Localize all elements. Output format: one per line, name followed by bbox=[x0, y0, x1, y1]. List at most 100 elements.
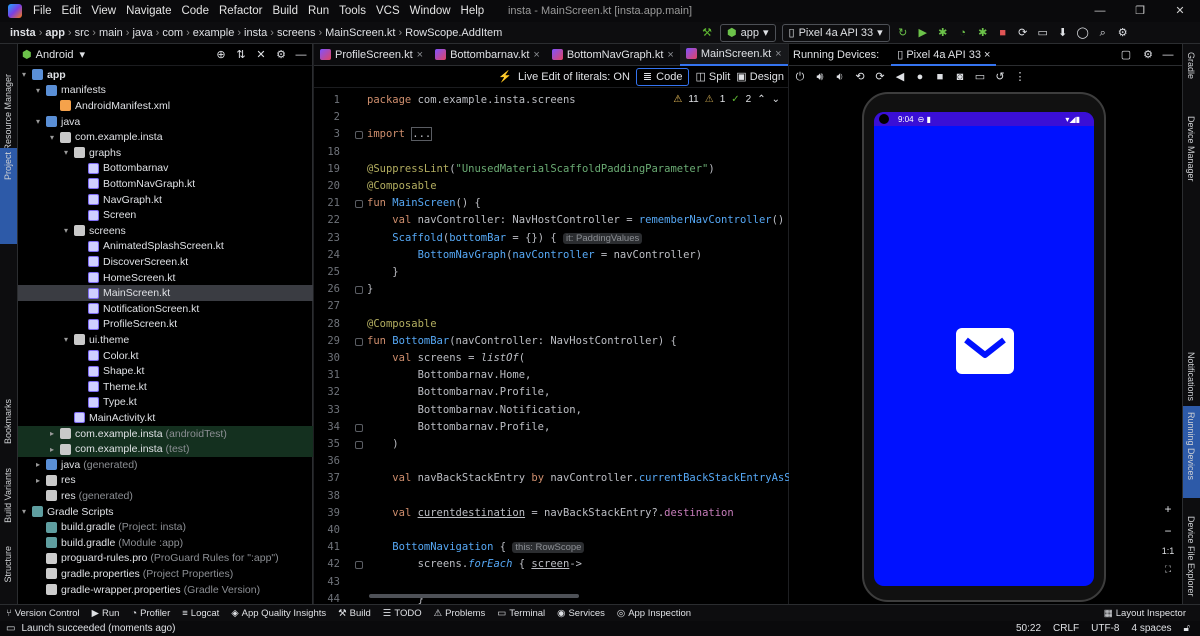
device-manager-icon[interactable]: ▭ bbox=[1036, 26, 1050, 40]
tree-item[interactable]: AndroidManifest.xml bbox=[18, 98, 313, 114]
tree-item[interactable]: ▸ java (generated) bbox=[18, 457, 313, 473]
expand-arrow-icon[interactable]: ▸ bbox=[50, 445, 60, 454]
search-icon[interactable]: ⌕ bbox=[1096, 26, 1110, 40]
tree-item[interactable]: ▾ com.example.insta bbox=[18, 129, 313, 145]
horizontal-scrollbar[interactable] bbox=[369, 594, 579, 598]
tree-item[interactable]: Color.kt bbox=[18, 348, 313, 364]
menu-vcs[interactable]: VCS bbox=[371, 5, 405, 17]
editor-tab[interactable]: BottomNavGraph.kt × bbox=[546, 44, 680, 66]
tree-item[interactable]: ▾ app bbox=[18, 67, 313, 83]
layout-inspector-tab[interactable]: ▦ Layout Inspector bbox=[1098, 608, 1192, 619]
zoom-in-button[interactable]: + bbox=[1164, 502, 1171, 516]
breadcrumb-item[interactable]: RowScope.AddItem bbox=[405, 27, 502, 39]
tree-item[interactable]: ▾ graphs bbox=[18, 145, 313, 161]
tree-item[interactable]: Bottombarnav bbox=[18, 161, 313, 177]
expand-arrow-icon[interactable]: ▸ bbox=[36, 476, 46, 485]
sdk-manager-icon[interactable]: ⬇ bbox=[1056, 26, 1070, 40]
expand-arrow-icon[interactable]: ▸ bbox=[50, 429, 60, 438]
device-file-explorer-tab[interactable]: Device File Explorer bbox=[1186, 516, 1196, 597]
fit-screen-icon[interactable]: ⛶ bbox=[1165, 564, 1171, 575]
indent-setting[interactable]: 4 spaces bbox=[1131, 623, 1171, 634]
apply-changes-icon[interactable]: ↻ bbox=[896, 26, 910, 40]
tree-item[interactable]: Shape.kt bbox=[18, 363, 313, 379]
breadcrumb-item[interactable]: insta bbox=[10, 27, 36, 39]
settings-icon[interactable]: ⚙ bbox=[274, 48, 288, 62]
menu-navigate[interactable]: Navigate bbox=[121, 5, 176, 17]
expand-arrow-icon[interactable]: ▾ bbox=[64, 148, 74, 157]
tree-item[interactable]: ▸ com.example.insta (androidTest) bbox=[18, 425, 313, 442]
close-icon[interactable]: × bbox=[417, 49, 423, 61]
menu-code[interactable]: Code bbox=[176, 5, 214, 17]
settings-icon[interactable]: ⚙ bbox=[1116, 26, 1130, 40]
close-icon[interactable]: × bbox=[667, 49, 673, 61]
split-view-button[interactable]: ◫ Split bbox=[695, 70, 730, 83]
breadcrumb-item[interactable]: java bbox=[132, 27, 152, 39]
build-variants-tab[interactable]: Build Variants bbox=[3, 468, 13, 523]
editor-tab[interactable]: Bottombarnav.kt × bbox=[429, 44, 546, 66]
menu-run[interactable]: Run bbox=[303, 5, 334, 17]
volume-up-icon[interactable]: 🔊︎ bbox=[813, 70, 827, 84]
sync-icon[interactable]: ⟳ bbox=[1016, 26, 1030, 40]
tree-item[interactable]: Screen bbox=[18, 207, 313, 223]
home-icon[interactable]: ● bbox=[913, 70, 927, 84]
fold-marker-icon[interactable] bbox=[355, 423, 363, 432]
breadcrumb-item[interactable]: src bbox=[75, 27, 90, 39]
bookmarks-tab[interactable]: Bookmarks bbox=[3, 399, 13, 444]
close-icon[interactable]: × bbox=[775, 48, 781, 60]
tree-item[interactable]: Theme.kt bbox=[18, 379, 313, 395]
screenshot-icon[interactable]: ◙ bbox=[953, 70, 967, 84]
bottom-tab-services[interactable]: ◉ Services bbox=[551, 608, 611, 619]
stop-icon[interactable]: ■ bbox=[996, 26, 1010, 40]
overview-icon[interactable]: ■ bbox=[933, 70, 947, 84]
project-tab[interactable]: Project bbox=[3, 152, 13, 180]
tree-item[interactable]: DiscoverScreen.kt bbox=[18, 254, 313, 270]
tree-item[interactable]: BottomNavGraph.kt bbox=[18, 176, 313, 192]
running-devices-tab[interactable]: Running Devices bbox=[1186, 412, 1196, 480]
tree-item[interactable]: ProfileScreen.kt bbox=[18, 317, 313, 333]
expand-arrow-icon[interactable]: ▾ bbox=[50, 133, 60, 142]
bottom-tab-build[interactable]: ⚒ Build bbox=[332, 608, 377, 619]
more-icon[interactable]: ⋮ bbox=[1013, 70, 1027, 84]
design-view-button[interactable]: ▣ Design bbox=[736, 70, 784, 83]
hide-icon[interactable]: — bbox=[294, 48, 308, 62]
tree-item[interactable]: NavGraph.kt bbox=[18, 192, 313, 208]
menu-window[interactable]: Window bbox=[405, 5, 456, 17]
close-icon[interactable]: ✕ bbox=[1160, 0, 1200, 22]
expand-arrow-icon[interactable]: ▾ bbox=[22, 70, 32, 79]
breadcrumb-item[interactable]: screens bbox=[277, 27, 316, 39]
editor-tab[interactable]: ProfileScreen.kt × bbox=[314, 44, 429, 66]
breadcrumb-item[interactable]: MainScreen.kt bbox=[325, 27, 395, 39]
power-icon[interactable]: ⏻ bbox=[793, 70, 807, 84]
expand-arrow-icon[interactable]: ▾ bbox=[22, 507, 32, 516]
breadcrumb-item[interactable]: insta bbox=[244, 27, 267, 39]
tree-item[interactable]: gradle-wrapper.properties (Gradle Version… bbox=[18, 582, 313, 598]
bottom-tab-app-quality-insights[interactable]: ◈ App Quality Insights bbox=[225, 608, 332, 619]
tree-item[interactable]: MainActivity.kt bbox=[18, 410, 313, 426]
zoom-out-button[interactable]: − bbox=[1164, 524, 1171, 538]
tree-item[interactable]: res (generated) bbox=[18, 488, 313, 504]
file-encoding[interactable]: UTF-8 bbox=[1091, 623, 1119, 634]
tree-item[interactable]: HomeScreen.kt bbox=[18, 270, 313, 286]
code-area[interactable]: 1 package com.example.insta.screens 2 3 impo… bbox=[314, 88, 790, 605]
restore-icon[interactable]: ❐ bbox=[1120, 0, 1160, 22]
bottom-tab-terminal[interactable]: ▭ Terminal bbox=[491, 608, 551, 619]
menu-help[interactable]: Help bbox=[456, 5, 490, 17]
breadcrumb-item[interactable]: app bbox=[45, 27, 65, 39]
device-tab[interactable]: ▯ Pixel 4a API 33 × bbox=[891, 44, 997, 66]
rotate-right-icon[interactable]: ⟳ bbox=[873, 70, 887, 84]
tree-item[interactable]: proguard-rules.pro (ProGuard Rules for ":… bbox=[18, 551, 313, 567]
phone-screen[interactable]: 9:04 ⊖ ▮ ▾◢▮ bbox=[874, 112, 1094, 586]
minimize-icon[interactable]: — bbox=[1080, 0, 1120, 22]
tree-item[interactable]: ▾ manifests bbox=[18, 83, 313, 99]
fold-marker-icon[interactable] bbox=[355, 200, 363, 209]
profile-icon[interactable]: ◔ bbox=[956, 26, 970, 40]
tree-item[interactable]: ▸ com.example.insta (test) bbox=[18, 441, 313, 457]
bottom-tab-version-control[interactable]: ⑂ Version Control bbox=[0, 608, 86, 619]
menu-tools[interactable]: Tools bbox=[334, 5, 371, 17]
tree-item[interactable]: Type.kt bbox=[18, 395, 313, 411]
code-view-button[interactable]: ≣ Code bbox=[635, 67, 690, 86]
tree-item[interactable]: build.gradle (Module :app) bbox=[18, 535, 313, 551]
expand-all-icon[interactable]: ⇅ bbox=[234, 48, 248, 62]
close-icon[interactable]: × bbox=[533, 49, 539, 61]
tree-item[interactable]: ▾ ui.theme bbox=[18, 332, 313, 348]
